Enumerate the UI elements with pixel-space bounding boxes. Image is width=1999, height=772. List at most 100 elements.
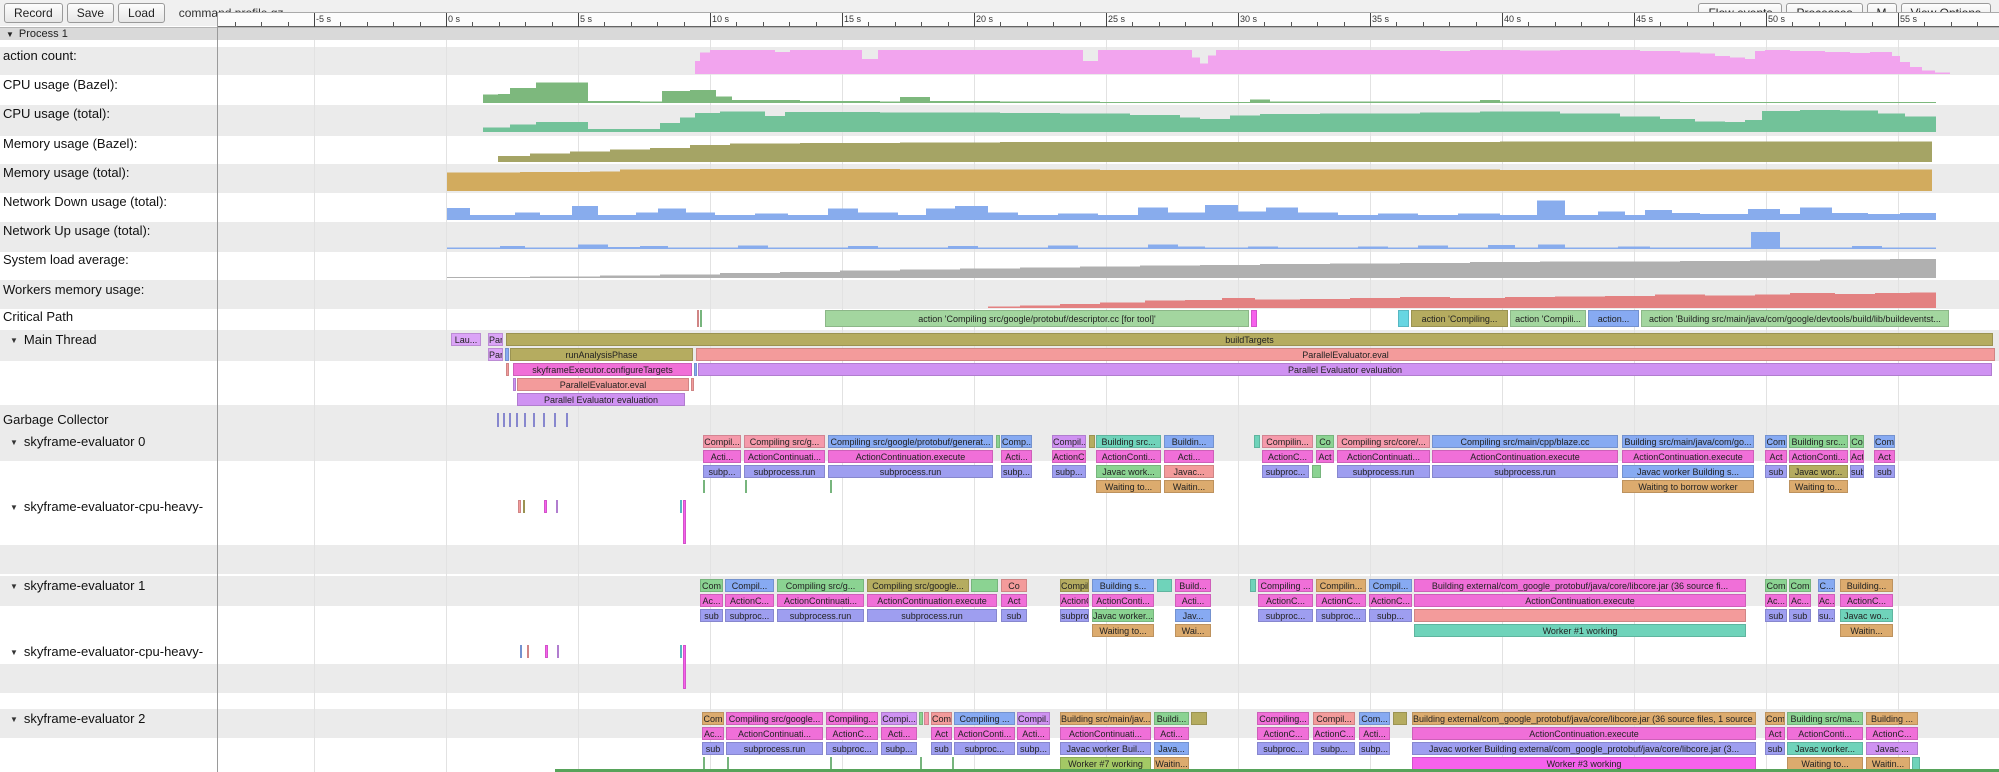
- label-column-divider[interactable]: [217, 12, 218, 772]
- slice[interactable]: ActionContinuation.execute: [1412, 727, 1756, 740]
- track-label-skyframe-evaluator-1[interactable]: ▼skyframe-evaluator 1: [10, 578, 145, 593]
- slice[interactable]: subprocess.run: [828, 465, 993, 478]
- slice[interactable]: ActionC...: [1840, 594, 1893, 607]
- slice[interactable]: [1251, 310, 1257, 327]
- slice[interactable]: subp...: [881, 742, 917, 755]
- slice[interactable]: subprocess.run: [726, 742, 823, 755]
- slice[interactable]: Com: [931, 712, 952, 725]
- slice[interactable]: action...: [1588, 310, 1639, 327]
- slice[interactable]: Compil...: [1052, 435, 1086, 448]
- slice[interactable]: ActionContinuati...: [1060, 727, 1151, 740]
- slice[interactable]: Javac worker Building external/com_googl…: [1412, 742, 1756, 755]
- slice[interactable]: Ac...: [1765, 594, 1787, 607]
- slice[interactable]: Compiling src/google...: [867, 579, 969, 592]
- slice[interactable]: [524, 413, 526, 427]
- slice[interactable]: Java...: [1154, 742, 1189, 755]
- slice[interactable]: Building src/main/java/com/go...: [1622, 435, 1754, 448]
- collapse-arrow-icon[interactable]: ▼: [10, 438, 18, 447]
- slice[interactable]: action 'Compili...: [1510, 310, 1586, 327]
- counter-chart-cpu-usage-bazel[interactable]: [0, 76, 1999, 105]
- collapse-arrow-icon[interactable]: ▼: [6, 30, 14, 39]
- slice[interactable]: ActionContinuation.execute: [867, 594, 997, 607]
- slice[interactable]: subproc...: [1257, 742, 1309, 755]
- slice[interactable]: subproc...: [1262, 465, 1309, 478]
- slice[interactable]: Building external/com_google_protobuf/ja…: [1414, 579, 1746, 592]
- slice[interactable]: Acti...: [881, 727, 917, 740]
- slice[interactable]: [556, 500, 558, 513]
- slice[interactable]: Compiling src/google...: [726, 712, 823, 725]
- slice[interactable]: subp...: [703, 465, 741, 478]
- slice[interactable]: Javac wo...: [1840, 609, 1893, 622]
- slice[interactable]: Com: [700, 579, 723, 592]
- slice[interactable]: Build...: [1175, 579, 1211, 592]
- slice[interactable]: Javac worker...: [1787, 742, 1863, 755]
- load-button[interactable]: Load: [118, 3, 165, 23]
- slice[interactable]: Com: [1874, 435, 1895, 448]
- track-label-skyframe-evaluator-cpu-heavy-2[interactable]: ▼skyframe-evaluator-cpu-heavy-: [10, 644, 203, 659]
- counter-chart-memory-usage-total[interactable]: [0, 164, 1999, 193]
- slice[interactable]: [1398, 310, 1409, 327]
- slice[interactable]: Act: [1765, 450, 1787, 463]
- slice[interactable]: subprocess.run: [1337, 465, 1430, 478]
- slice[interactable]: Compiling src/g...: [744, 435, 825, 448]
- slice[interactable]: Comp...: [1001, 435, 1032, 448]
- slice[interactable]: [1393, 712, 1407, 725]
- slice[interactable]: [680, 645, 682, 658]
- slice[interactable]: [924, 712, 929, 725]
- slice[interactable]: [1312, 465, 1321, 478]
- slice[interactable]: Ac...: [1818, 594, 1835, 607]
- slice[interactable]: Compiling ...: [1258, 579, 1313, 592]
- slice[interactable]: [554, 413, 556, 427]
- slice[interactable]: [830, 480, 832, 493]
- slice[interactable]: subprocess.run: [867, 609, 997, 622]
- slice[interactable]: [520, 645, 522, 658]
- slice[interactable]: Wai...: [1175, 624, 1211, 637]
- slice[interactable]: Act: [1850, 450, 1864, 463]
- slice[interactable]: ActionConti...: [954, 727, 1015, 740]
- slice[interactable]: sub: [700, 609, 723, 622]
- slice[interactable]: subprocess.run: [777, 609, 864, 622]
- slice[interactable]: ActionContinuation.execute: [1622, 450, 1754, 463]
- track-label-skyframe-evaluator-2[interactable]: ▼skyframe-evaluator 2: [10, 711, 145, 726]
- slice[interactable]: Compiling src/g...: [777, 579, 864, 592]
- slice[interactable]: Acti...: [703, 450, 741, 463]
- slice[interactable]: ParallelEvaluator.eval: [696, 348, 1995, 361]
- slice[interactable]: Javac worker Buil...: [1060, 742, 1151, 755]
- slice[interactable]: Compil...: [703, 435, 741, 448]
- slice[interactable]: Javac worker Building s...: [1622, 465, 1754, 478]
- slice[interactable]: Waitin...: [1840, 624, 1893, 637]
- slice[interactable]: sub: [1789, 609, 1811, 622]
- slice[interactable]: subp...: [1052, 465, 1086, 478]
- slice[interactable]: ActionC...: [725, 594, 774, 607]
- slice[interactable]: [700, 310, 702, 327]
- slice[interactable]: Co: [1001, 579, 1027, 592]
- slice[interactable]: Compil...: [725, 579, 774, 592]
- slice[interactable]: [971, 579, 998, 592]
- slice[interactable]: Co: [1850, 435, 1864, 448]
- slice[interactable]: [745, 480, 747, 493]
- slice[interactable]: Building src/main/jav...: [1060, 712, 1151, 725]
- slice[interactable]: Acti...: [1359, 727, 1390, 740]
- track-label-skyframe-evaluator-0[interactable]: ▼skyframe-evaluator 0: [10, 434, 145, 449]
- slice[interactable]: ActionConti...: [1092, 594, 1154, 607]
- slice[interactable]: Acti...: [1001, 450, 1032, 463]
- collapse-arrow-icon[interactable]: ▼: [10, 715, 18, 724]
- counter-chart-network-up-usage-total[interactable]: [0, 222, 1999, 251]
- slice[interactable]: ActionC...: [1257, 727, 1309, 740]
- slice[interactable]: Compiling...: [1257, 712, 1309, 725]
- slice[interactable]: Compilin...: [1316, 579, 1366, 592]
- counter-chart-workers-memory-usage[interactable]: [0, 281, 1999, 310]
- slice[interactable]: ActionContinuation.execute: [1414, 594, 1746, 607]
- slice[interactable]: Compil...: [1369, 579, 1412, 592]
- slice[interactable]: ActionContinuati...: [777, 594, 864, 607]
- slice[interactable]: subproc...: [954, 742, 1015, 755]
- slice[interactable]: [1414, 609, 1746, 622]
- slice[interactable]: Javac ...: [1866, 742, 1918, 755]
- slice[interactable]: subp...: [1001, 465, 1032, 478]
- slice[interactable]: Act: [1316, 450, 1334, 463]
- slice[interactable]: Building...: [1840, 579, 1893, 592]
- slice[interactable]: [497, 413, 499, 427]
- slice[interactable]: sub: [702, 742, 724, 755]
- slice[interactable]: ActionContinuati...: [744, 450, 825, 463]
- slice[interactable]: [1250, 579, 1256, 592]
